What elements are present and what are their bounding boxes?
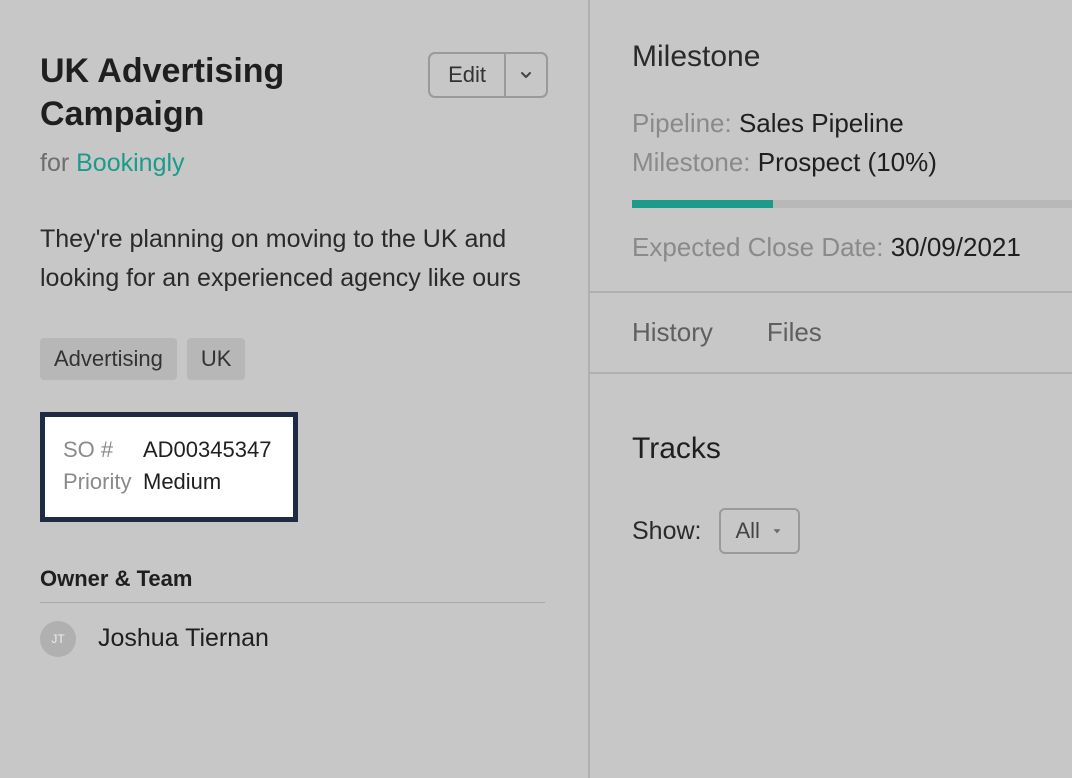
tag[interactable]: Advertising bbox=[40, 338, 177, 380]
field-row-so: SO # AD00345347 bbox=[63, 437, 275, 463]
progress-fill bbox=[632, 200, 773, 208]
show-label: Show: bbox=[632, 517, 701, 546]
tab-history[interactable]: History bbox=[632, 317, 713, 348]
milestone-value: Prospect (10%) bbox=[758, 147, 937, 177]
chevron-down-icon bbox=[518, 67, 534, 83]
owner-team-heading: Owner & Team bbox=[40, 566, 545, 603]
field-value: AD00345347 bbox=[143, 437, 271, 463]
field-label: Priority bbox=[63, 469, 143, 495]
description-text: They're planning on moving to the UK and… bbox=[40, 220, 548, 298]
milestone-section: Milestone Pipeline: Sales Pipeline Miles… bbox=[590, 0, 1072, 293]
expected-close-row: Expected Close Date: 30/09/2021 bbox=[632, 232, 1072, 263]
for-prefix: for bbox=[40, 149, 76, 177]
expected-value: 30/09/2021 bbox=[891, 232, 1021, 262]
tab-files[interactable]: Files bbox=[767, 317, 822, 348]
avatar[interactable]: JT bbox=[40, 621, 76, 657]
tracks-heading: Tracks bbox=[632, 432, 1072, 466]
field-row-priority: Priority Medium bbox=[63, 469, 275, 495]
pipeline-row: Pipeline: Sales Pipeline bbox=[632, 104, 1072, 143]
show-select[interactable]: All bbox=[719, 508, 799, 554]
progress-bar bbox=[632, 200, 1072, 208]
tabs-row: History Files bbox=[590, 293, 1072, 374]
expected-label: Expected Close Date: bbox=[632, 232, 883, 262]
custom-fields-box: SO # AD00345347 Priority Medium bbox=[40, 412, 298, 522]
tags-row: Advertising UK bbox=[40, 338, 548, 380]
edit-button[interactable]: Edit bbox=[428, 52, 506, 98]
edit-button-group: Edit bbox=[428, 52, 548, 98]
field-value: Medium bbox=[143, 469, 221, 495]
show-row: Show: All bbox=[632, 508, 1072, 554]
milestone-label: Milestone: bbox=[632, 147, 751, 177]
caret-down-icon bbox=[770, 524, 784, 538]
page-title: UK Advertising Campaign bbox=[40, 50, 380, 135]
tag[interactable]: UK bbox=[187, 338, 246, 380]
owner-name: Joshua Tiernan bbox=[98, 624, 269, 653]
company-link[interactable]: Bookingly bbox=[76, 149, 184, 177]
show-value: All bbox=[735, 518, 759, 544]
pipeline-value: Sales Pipeline bbox=[739, 108, 904, 138]
edit-dropdown-button[interactable] bbox=[506, 52, 548, 98]
field-label: SO # bbox=[63, 437, 143, 463]
milestone-heading: Milestone bbox=[632, 40, 1072, 74]
owner-row: JT Joshua Tiernan bbox=[40, 621, 548, 657]
for-line: for Bookingly bbox=[40, 149, 380, 178]
milestone-row: Milestone: Prospect (10%) bbox=[632, 143, 1072, 182]
tracks-section: Tracks Show: All bbox=[590, 374, 1072, 554]
pipeline-label: Pipeline: bbox=[632, 108, 732, 138]
